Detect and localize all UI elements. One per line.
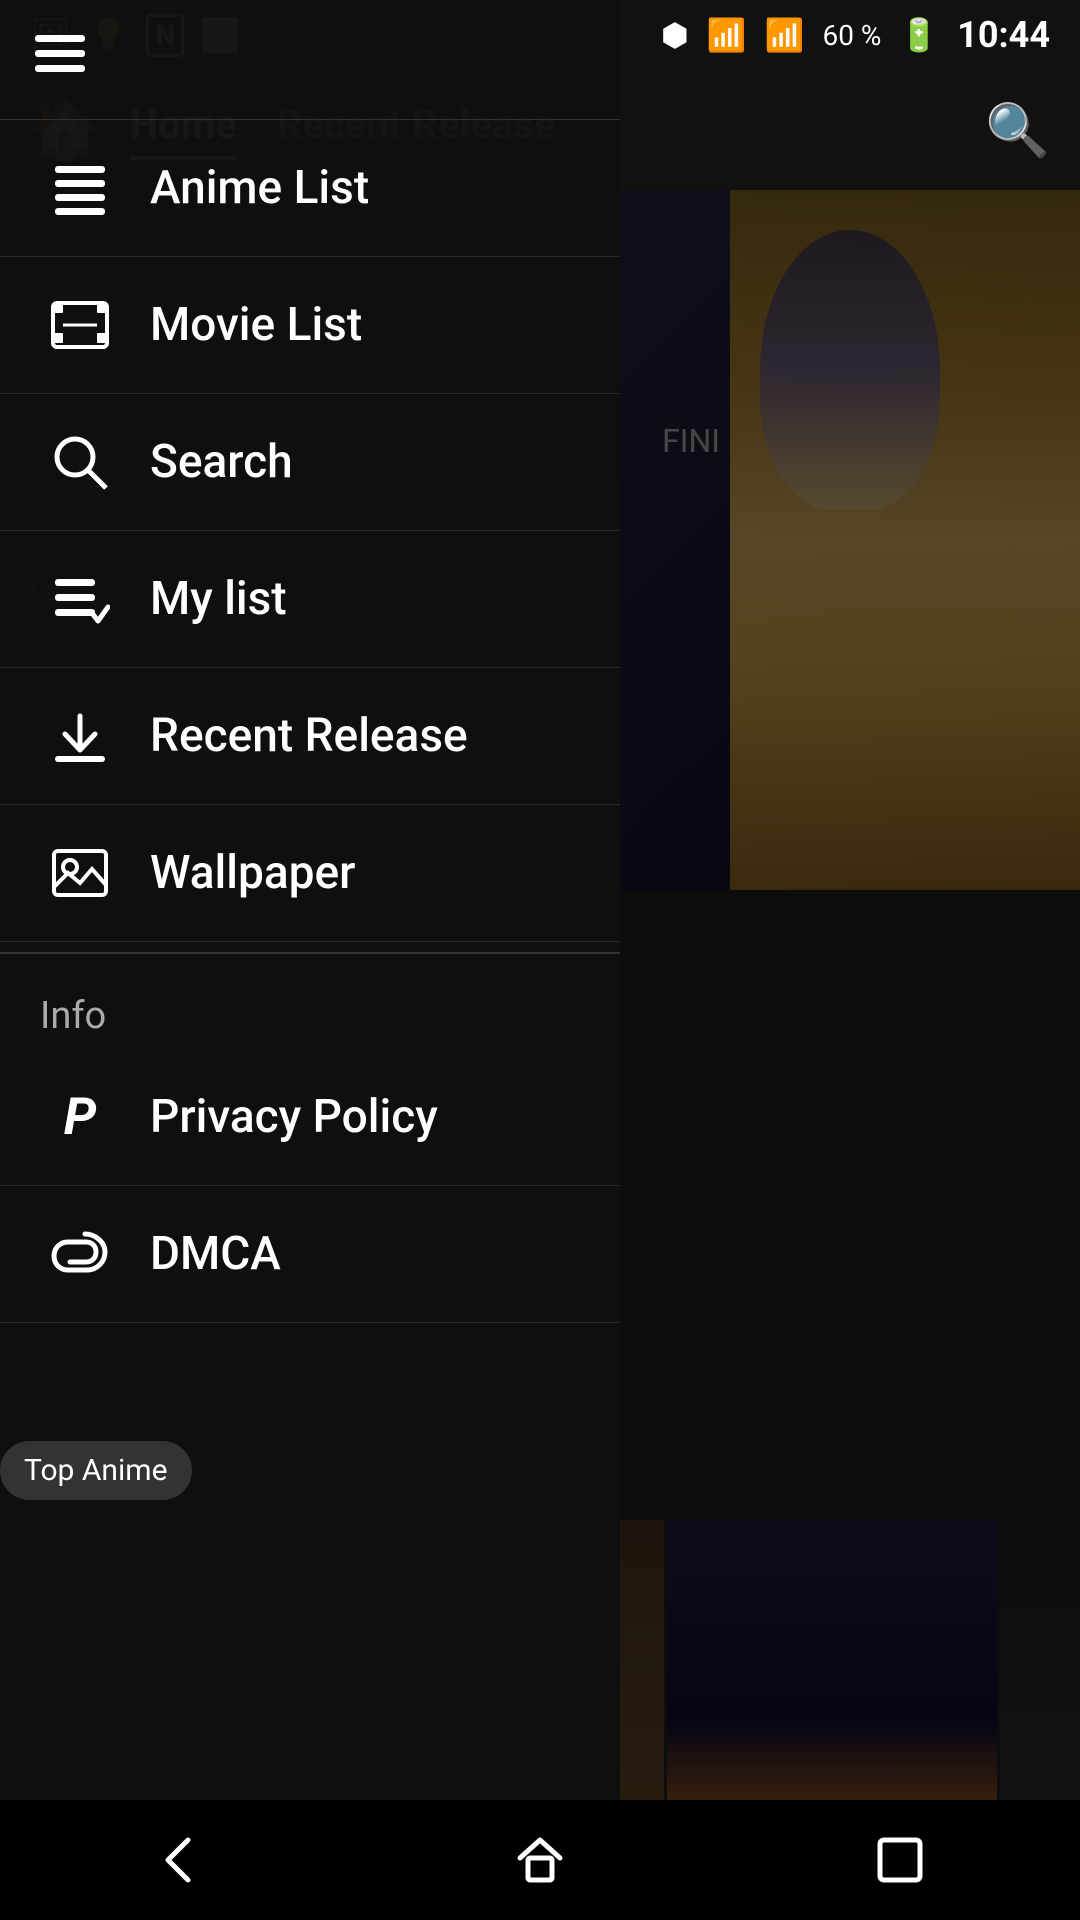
wifi-icon: 📶: [707, 16, 747, 54]
nav-home-button[interactable]: [480, 1820, 600, 1900]
drawer-menu: Anime List Movie List: [0, 0, 620, 1920]
nav-bar: [0, 1800, 1080, 1920]
search-label: Search: [150, 435, 293, 489]
drawer-item-search[interactable]: Search: [0, 394, 620, 531]
status-right-icons: ⬢ 📶 📶 60 % 🔋 10:44: [661, 14, 1050, 56]
bluetooth-icon: ⬢: [661, 16, 689, 54]
movie-list-label: Movie List: [150, 298, 362, 352]
drawer-item-wallpaper[interactable]: Wallpaper: [0, 805, 620, 942]
drawer-item-my-list[interactable]: My list: [0, 531, 620, 668]
divider: [0, 952, 620, 954]
privacy-policy-icon: P: [40, 1086, 120, 1147]
battery-icon: 🔋: [899, 16, 939, 54]
drawer-item-dmca[interactable]: DMCA: [0, 1186, 620, 1323]
drawer-item-recent-release[interactable]: Recent Release: [0, 668, 620, 805]
anime-list-icon: [40, 158, 120, 218]
drawer-menu-icon[interactable]: [30, 23, 90, 96]
recent-release-icon: [40, 706, 120, 766]
search-button[interactable]: 🔍: [985, 100, 1050, 161]
signal-icon: 📶: [765, 16, 805, 54]
drawer-header: [0, 0, 620, 120]
nav-recent-button[interactable]: [840, 1820, 960, 1900]
drawer-item-privacy-policy[interactable]: P Privacy Policy: [0, 1048, 620, 1186]
wallpaper-label: Wallpaper: [150, 846, 355, 900]
drawer-info-label: Info: [0, 964, 620, 1048]
dmca-icon: [40, 1224, 120, 1284]
movie-list-icon: [40, 295, 120, 355]
status-time: 10:44: [957, 14, 1050, 56]
my-list-label: My list: [150, 572, 287, 626]
battery-text: 60 %: [822, 19, 881, 52]
dmca-label: DMCA: [150, 1227, 281, 1281]
my-list-icon: [40, 569, 120, 629]
wallpaper-icon: [40, 843, 120, 903]
recent-release-label: Recent Release: [150, 709, 468, 763]
nav-back-button[interactable]: [120, 1820, 240, 1900]
drawer-items: Anime List Movie List: [0, 120, 620, 1920]
search-icon: [40, 432, 120, 492]
anime-list-label: Anime List: [150, 161, 369, 215]
privacy-policy-label: Privacy Policy: [150, 1090, 438, 1144]
top-anime-badge[interactable]: Top Anime: [0, 1441, 192, 1500]
drawer-item-anime-list[interactable]: Anime List: [0, 120, 620, 257]
drawer-item-movie-list[interactable]: Movie List: [0, 257, 620, 394]
